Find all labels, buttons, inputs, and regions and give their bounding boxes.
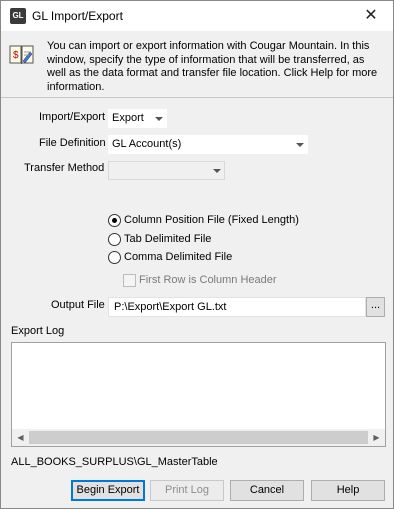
gl-app-icon: GL bbox=[10, 8, 26, 24]
first-row-header-checkbox[interactable] bbox=[123, 274, 136, 287]
scrollbar-thumb[interactable] bbox=[29, 431, 368, 444]
svg-text:$: $ bbox=[13, 50, 19, 61]
radio-label: Column Position File (Fixed Length) bbox=[124, 214, 299, 226]
window-title: GL Import/Export bbox=[32, 9, 123, 23]
radio-button[interactable] bbox=[108, 214, 121, 227]
title-bar: GL GL Import/Export ✕ bbox=[1, 1, 393, 31]
chevron-down-icon bbox=[155, 117, 163, 121]
transfer-method-select[interactable] bbox=[108, 161, 225, 180]
radio-label: Tab Delimited File bbox=[124, 233, 212, 245]
cancel-button[interactable]: Cancel bbox=[230, 480, 304, 501]
gl-import-export-window: GL GL Import/Export ✕ $ You can import o… bbox=[0, 0, 394, 509]
radio-selected-dot bbox=[112, 218, 117, 223]
output-file-field[interactable]: P:\Export\Export GL.txt bbox=[108, 297, 366, 317]
chevron-down-icon bbox=[296, 143, 304, 147]
export-log-box[interactable]: ◀ ▶ bbox=[11, 342, 386, 447]
import-export-select[interactable]: Export bbox=[108, 109, 167, 128]
chevron-down-icon bbox=[213, 169, 221, 173]
file-definition-select[interactable]: GL Account(s) bbox=[108, 135, 308, 154]
info-panel: $ You can import or export information w… bbox=[1, 31, 393, 98]
book-dollar-icon: $ bbox=[9, 45, 34, 64]
first-row-header-label: First Row is Column Header bbox=[139, 274, 277, 286]
output-file-label: Output File bbox=[51, 299, 105, 311]
import-export-value: Export bbox=[112, 112, 144, 124]
horizontal-scrollbar[interactable]: ◀ ▶ bbox=[12, 429, 385, 446]
radio-button[interactable] bbox=[108, 251, 121, 264]
export-log-label: Export Log bbox=[11, 325, 65, 337]
info-text: You can import or export information wit… bbox=[47, 40, 378, 93]
scroll-left-icon[interactable]: ◀ bbox=[12, 432, 29, 443]
begin-export-button[interactable]: Begin Export bbox=[71, 480, 145, 501]
radio-button[interactable] bbox=[108, 233, 121, 246]
print-log-button[interactable]: Print Log bbox=[150, 480, 224, 501]
status-path: ALL_BOOKS_SURPLUS\GL_MasterTable bbox=[11, 456, 218, 468]
browse-button[interactable]: ... bbox=[366, 297, 385, 317]
help-button[interactable]: Help bbox=[311, 480, 385, 501]
transfer-method-label: Transfer Method bbox=[24, 162, 105, 174]
file-definition-value: GL Account(s) bbox=[112, 138, 182, 150]
import-export-label: Import/Export bbox=[39, 111, 106, 123]
scroll-right-icon[interactable]: ▶ bbox=[368, 432, 385, 443]
radio-label: Comma Delimited File bbox=[124, 251, 233, 263]
file-definition-label: File Definition bbox=[39, 137, 106, 149]
close-icon[interactable]: ✕ bbox=[349, 1, 393, 31]
